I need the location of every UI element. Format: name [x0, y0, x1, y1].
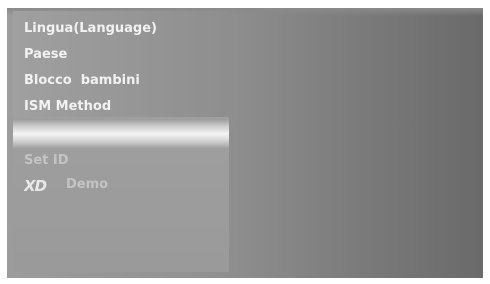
menu-item-set-id: Set ID — [24, 153, 69, 168]
xd-logo-text: XD — [24, 178, 47, 192]
menu-item-country[interactable]: Paese — [24, 47, 67, 63]
xd-logo-icon: XD — [24, 178, 48, 192]
menu-item-language[interactable]: Lingua(Language) — [24, 21, 157, 37]
menu-group-active: Lingua(Language) Paese Blocco bambini IS… — [13, 11, 229, 117]
menu-item-xd-demo-label: Demo — [66, 177, 109, 192]
selection-highlight[interactable] — [13, 119, 229, 149]
menu-panel: Lingua(Language) Paese Blocco bambini IS… — [13, 11, 229, 272]
menu-item-child-lock[interactable]: Blocco bambini — [24, 73, 140, 89]
menu-item-xd-demo: XD Demo — [24, 177, 108, 193]
menu-item-ism-method[interactable]: ISM Method — [24, 99, 111, 115]
tv-screen: Lingua(Language) Paese Blocco bambini IS… — [7, 8, 483, 278]
